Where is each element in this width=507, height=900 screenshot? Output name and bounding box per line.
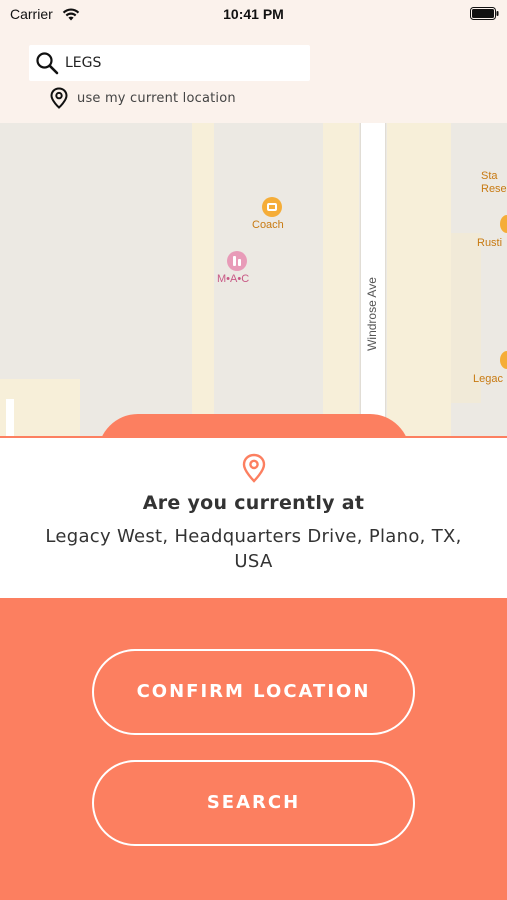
map-street-stub bbox=[6, 399, 14, 438]
location-pin-icon bbox=[50, 87, 68, 109]
poi-label-right-mid: Rusti bbox=[477, 237, 503, 249]
detected-address: Legacy West, Headquarters Drive, Plano, … bbox=[45, 526, 462, 572]
poi-label-right-top: Sta Rese bbox=[481, 170, 507, 195]
poi-label-coach: Coach bbox=[252, 219, 284, 231]
use-current-location-label: use my current location bbox=[77, 90, 236, 106]
battery-icon bbox=[470, 7, 499, 20]
use-current-location-button[interactable]: use my current location bbox=[49, 87, 236, 109]
street-label: Windrose Ave bbox=[365, 277, 379, 351]
search-box[interactable] bbox=[29, 45, 310, 81]
map-street-windrose bbox=[360, 123, 386, 423]
mac-shop-icon[interactable] bbox=[227, 251, 247, 271]
coach-shop-icon[interactable] bbox=[262, 197, 282, 217]
map-road-block bbox=[387, 123, 451, 438]
map-road-block bbox=[323, 123, 359, 438]
search-header: use my current location bbox=[0, 30, 507, 123]
search-input[interactable] bbox=[65, 45, 305, 81]
restaurant-icon[interactable] bbox=[500, 215, 507, 233]
poi-label-right-low: Legac bbox=[473, 373, 503, 385]
location-pin-icon bbox=[242, 453, 266, 483]
clock: 10:41 PM bbox=[223, 6, 284, 22]
status-bar: Carrier 10:41 PM bbox=[0, 0, 507, 30]
confirm-location-button[interactable]: CONFIRM LOCATION bbox=[92, 649, 415, 735]
search-button[interactable]: SEARCH bbox=[92, 760, 415, 846]
action-area: CONFIRM LOCATION SEARCH bbox=[0, 598, 507, 900]
map-road-block bbox=[192, 123, 214, 438]
search-icon[interactable] bbox=[35, 51, 59, 75]
map-view[interactable]: Windrose Ave Coach M•A•C Sta Rese Rusti … bbox=[0, 123, 507, 438]
poi-icon-right-low[interactable] bbox=[500, 351, 507, 369]
confirmation-question: Are you currently at bbox=[142, 492, 365, 514]
poi-label-mac: M•A•C bbox=[217, 273, 250, 285]
location-confirmation-card: Are you currently at Legacy West, Headqu… bbox=[0, 436, 507, 598]
